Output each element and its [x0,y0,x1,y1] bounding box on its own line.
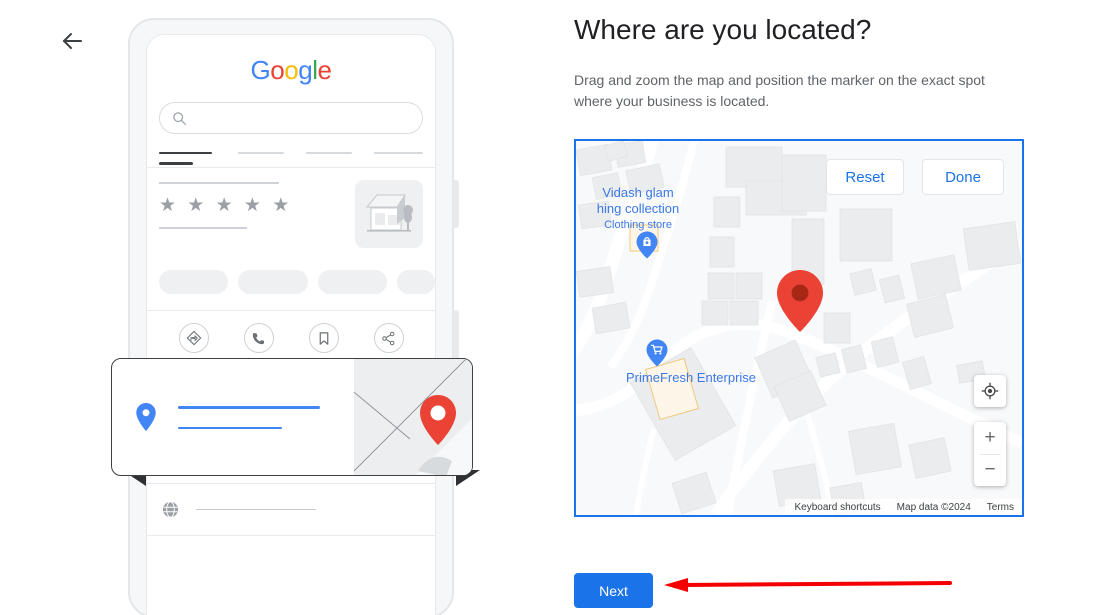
done-button[interactable]: Done [922,159,1004,195]
poi-name-line1: Vidash glam [602,185,674,200]
chip-placeholder [238,270,308,294]
search-bar[interactable] [159,102,423,134]
location-card-text-placeholders [178,405,320,429]
phone-preview-illustration: Google ★ ★ ★ ★ ★ [111,18,480,615]
card-line-primary [178,405,320,409]
page-title: Where are you located? [574,14,872,45]
keyboard-shortcuts-link[interactable]: Keyboard shortcuts [795,502,881,513]
website-placeholder [196,509,316,510]
share-icon [382,331,395,345]
right-panel: Where are you located? Drag and zoom the… [574,14,1044,112]
google-logo-letter: e [317,55,332,85]
zoom-in-button[interactable]: + [974,422,1006,454]
phone-icon [252,332,264,344]
location-map[interactable]: Vidash glam hing collection Clothing sto… [574,139,1024,517]
google-logo-letter: G [250,55,271,85]
reset-button[interactable]: Reset [826,159,904,195]
recenter-button[interactable] [974,375,1006,407]
globe-icon [162,501,179,518]
google-logo-letter: g [298,55,313,85]
call-button[interactable] [243,323,274,353]
page-root: Google ★ ★ ★ ★ ★ Where are you located? … [0,0,1097,615]
tab-placeholder-2 [237,152,284,154]
tab-active-indicator [159,162,193,165]
location-card-overlay [111,358,473,476]
tab-placeholders [159,152,423,154]
tab-placeholder-4 [373,152,423,154]
action-chips-row [147,264,435,310]
tab-placeholder-1 [159,152,212,154]
map-attribution: Keyboard shortcuts Map data ©2024 Terms [784,499,1022,515]
google-logo-letter: o [284,55,299,85]
share-button[interactable] [373,323,404,353]
tab-placeholder-3 [305,152,352,154]
next-button[interactable]: Next [574,573,653,608]
poi-label-primefresh: PrimeFresh Enterprise [626,370,756,386]
annotation-arrow [664,578,952,592]
business-summary-block: ★ ★ ★ ★ ★ [147,168,435,264]
website-row [147,484,435,536]
directions-button[interactable] [178,323,209,353]
chip-placeholder [397,270,435,294]
storefront-thumbnail [355,180,423,248]
chip-placeholder [159,270,229,294]
directions-icon [186,330,201,346]
recenter-crosshair-icon [981,382,999,400]
google-logo: Google [147,55,435,86]
business-meta-placeholder [159,227,247,229]
terms-link[interactable]: Terms [987,502,1014,513]
search-icon [173,111,187,125]
mini-map-graphic [354,359,472,475]
phone-side-button-top [453,180,459,228]
storefront-illustration [365,194,413,232]
card-line-secondary [178,426,282,429]
poi-name-line2: hing collection [596,201,680,216]
bookmark-icon [319,331,328,345]
zoom-controls: + − [974,422,1006,486]
red-map-marker[interactable] [775,268,825,334]
business-name-placeholder [159,182,279,184]
save-button[interactable] [308,323,339,353]
location-pin-icon [136,403,156,431]
map-data-text: Map data ©2024 [896,501,971,513]
back-button[interactable] [56,24,90,58]
poi-label-vidash: Vidash glam hing collection Clothing sto… [576,185,706,233]
arrow-left-icon [63,33,82,49]
google-logo-letter: o [270,55,285,85]
shopping-bag-pin-icon[interactable] [636,231,658,259]
location-card-content [112,359,354,475]
zoom-out-button[interactable]: − [974,455,1006,487]
page-subtitle: Drag and zoom the map and position the m… [574,72,985,109]
phone-screen: Google ★ ★ ★ ★ ★ [146,34,436,615]
shopping-cart-pin-icon[interactable] [646,339,668,367]
chip-placeholder [317,270,388,294]
location-card-map-thumbnail [354,359,472,475]
poi-name-line1: PrimeFresh Enterprise [626,370,757,385]
